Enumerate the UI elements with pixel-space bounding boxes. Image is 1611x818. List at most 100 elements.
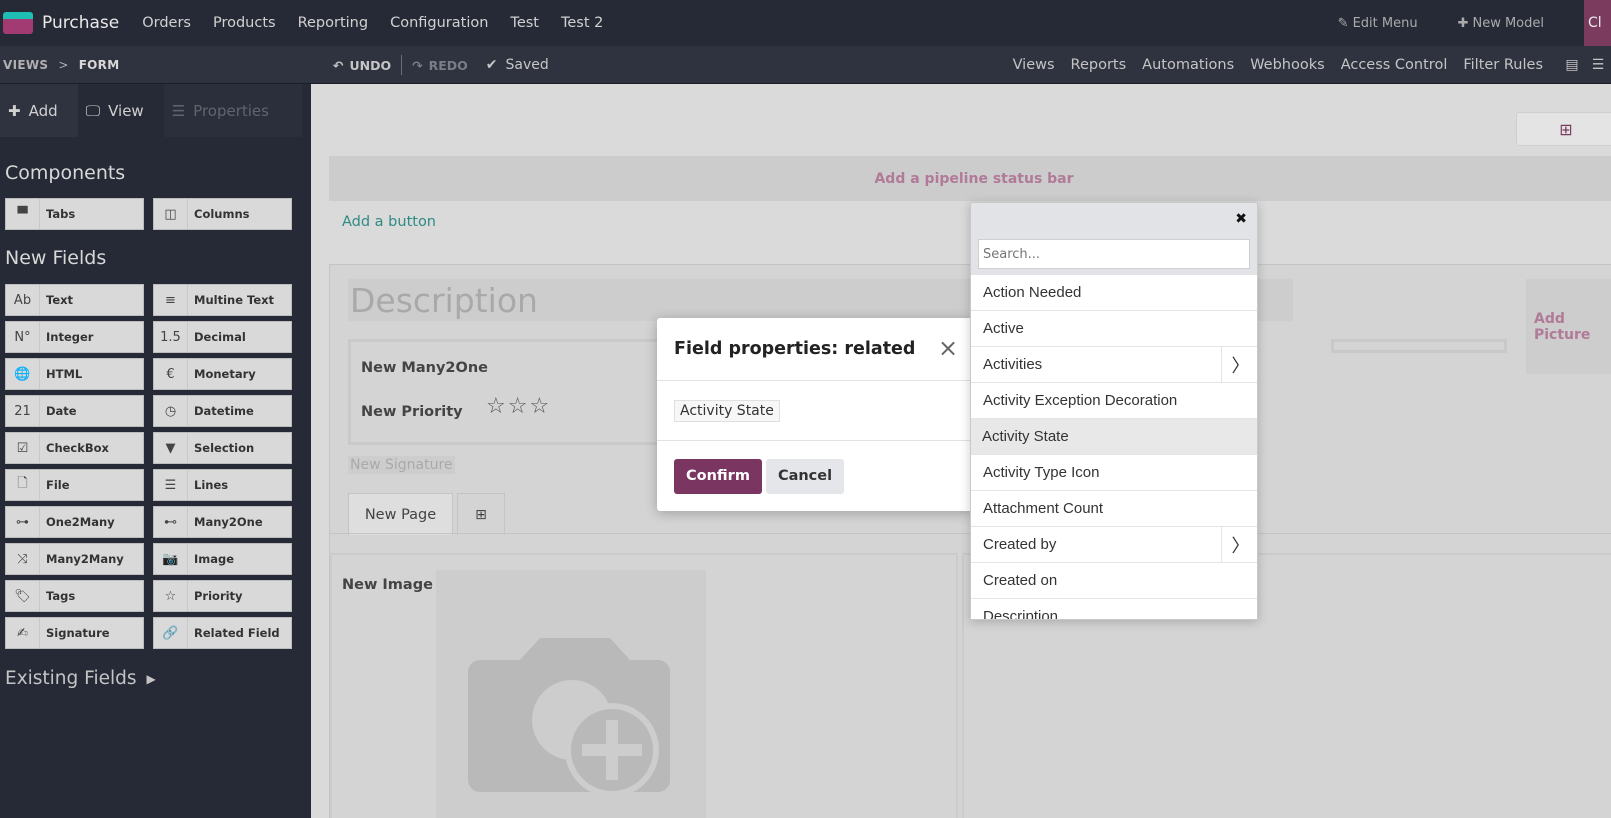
priority-stars[interactable]: ☆☆☆: [486, 394, 551, 419]
search-input[interactable]: [978, 239, 1250, 269]
related-field-selector[interactable]: Activity State: [674, 399, 780, 422]
close-studio-button[interactable]: Cl: [1584, 0, 1611, 46]
field-one2many[interactable]: ⊶ One2Many: [5, 506, 144, 538]
field-date[interactable]: 21 Date: [5, 395, 144, 427]
navbar-right: ✎ Edit Menu ✚ New Model Cl: [1338, 0, 1611, 46]
picker-item[interactable]: Attachment Count: [971, 491, 1257, 527]
picker-item[interactable]: Activity Exception Decoration: [971, 383, 1257, 419]
menu-reporting[interactable]: Reporting: [287, 15, 380, 31]
image-placeholder[interactable]: [436, 570, 706, 818]
add-button-link[interactable]: Add a button: [342, 214, 436, 230]
field-priority[interactable]: ☆ Priority: [153, 580, 292, 612]
notebook-tabs: New Page ⊞: [348, 493, 505, 535]
field-signature[interactable]: ✍ Signature: [5, 617, 144, 649]
monitor-icon: 🖵: [85, 101, 101, 120]
field-multine-text[interactable]: ≡ Multine Text: [153, 284, 292, 316]
list-icon: ☰: [171, 101, 186, 120]
field-html[interactable]: 🌐 HTML: [5, 358, 144, 390]
plus-icon: ✚: [8, 101, 21, 120]
add-picture-hook[interactable]: Add Picture: [1526, 279, 1611, 374]
breadcrumb-views[interactable]: VIEWS: [3, 58, 48, 72]
field-group: New Many2One New Priority ☆☆☆: [348, 339, 668, 445]
field-integer[interactable]: N° Integer: [5, 321, 144, 353]
close-icon[interactable]: ×: [937, 336, 959, 360]
picker-item[interactable]: Activities 〉: [971, 347, 1257, 383]
field-monetary[interactable]: € Monetary: [153, 358, 292, 390]
hamburger-icon[interactable]: ☰: [1585, 46, 1611, 84]
field-new-signature[interactable]: New Signature: [348, 456, 455, 474]
picker-item[interactable]: Description: [971, 599, 1257, 619]
star-icon: ☆: [529, 394, 552, 419]
pipeline-status-bar-hook[interactable]: Add a pipeline status bar: [329, 156, 1611, 201]
link-webhooks[interactable]: Webhooks: [1250, 57, 1325, 73]
tab-new-page[interactable]: New Page: [348, 493, 453, 535]
field-datetime[interactable]: ◷ Datetime: [153, 395, 292, 427]
picker-item[interactable]: Created by 〉: [971, 527, 1257, 563]
link-access-control[interactable]: Access Control: [1341, 57, 1448, 73]
add-smart-button[interactable]: ⊞: [1516, 112, 1611, 146]
plus-square-icon: ⊞: [1559, 119, 1573, 139]
field-many2many[interactable]: ⤨ Many2Many: [5, 543, 144, 575]
field-label: Decimal: [194, 330, 246, 344]
link-automations[interactable]: Automations: [1142, 57, 1234, 73]
app-name[interactable]: Purchase: [42, 13, 119, 33]
field-text[interactable]: Ab Text: [5, 284, 144, 316]
id-card-icon[interactable]: ▤: [1559, 46, 1585, 84]
component-columns[interactable]: ◫ Columns: [153, 198, 292, 230]
undo-button[interactable]: ↶ UNDO: [323, 58, 401, 73]
link-reports[interactable]: Reports: [1071, 57, 1127, 73]
redo-button[interactable]: ↷ REDO: [402, 58, 478, 73]
field-label: Signature: [46, 626, 110, 640]
tab-properties-label: Properties: [193, 101, 269, 120]
dialog-header: Field properties: related ×: [657, 318, 975, 381]
field-new-many2one[interactable]: New Many2One: [361, 360, 488, 376]
menu-configuration[interactable]: Configuration: [379, 15, 499, 31]
chevron-right-icon[interactable]: 〉: [1221, 527, 1257, 562]
field-new-priority[interactable]: New Priority: [361, 404, 463, 420]
integer-icon: N°: [6, 322, 40, 352]
tab-add[interactable]: ✚ Add: [0, 84, 78, 137]
field-file[interactable]: 🗋 File: [5, 469, 144, 501]
picker-item-label: Action Needed: [983, 284, 1082, 301]
menu-orders[interactable]: Orders: [131, 15, 202, 31]
picker-item[interactable]: Created on: [971, 563, 1257, 599]
app-logo-icon[interactable]: [3, 12, 33, 34]
field-related-field[interactable]: 🔗 Related Field: [153, 617, 292, 649]
link-views[interactable]: Views: [1013, 57, 1055, 73]
existing-fields-toggle[interactable]: Existing Fields ▶: [5, 668, 156, 689]
field-tags[interactable]: 🏷 Tags: [5, 580, 144, 612]
field-decimal[interactable]: 1.5 Decimal: [153, 321, 292, 353]
picker-item[interactable]: Activity Type Icon: [971, 455, 1257, 491]
field-many2one[interactable]: ⊷ Many2One: [153, 506, 292, 538]
decimal-icon: 1.5: [154, 322, 188, 352]
field-lines[interactable]: ☰ Lines: [153, 469, 292, 501]
chevron-right-icon[interactable]: 〉: [1221, 347, 1257, 382]
close-icon[interactable]: ✖: [1235, 211, 1247, 227]
menu-products[interactable]: Products: [202, 15, 287, 31]
field-checkbox[interactable]: ☑ CheckBox: [5, 432, 144, 464]
component-tabs[interactable]: ▀ Tabs: [5, 198, 144, 230]
field-new-image[interactable]: New Image: [342, 577, 433, 593]
field-label: One2Many: [46, 515, 115, 529]
add-page-button[interactable]: ⊞: [457, 493, 505, 535]
tab-view[interactable]: 🖵 View: [77, 84, 164, 137]
field-selection[interactable]: ▼ Selection: [153, 432, 292, 464]
redo-icon: ↷: [412, 57, 423, 73]
picker-item[interactable]: Active: [971, 311, 1257, 347]
field-image[interactable]: 📷 Image: [153, 543, 292, 575]
link-filter-rules[interactable]: Filter Rules: [1463, 57, 1543, 73]
confirm-button[interactable]: Confirm: [674, 458, 762, 494]
picker-item[interactable]: Activity State: [971, 419, 1257, 455]
tab-properties[interactable]: ☰ Properties: [163, 84, 302, 137]
edit-menu-link[interactable]: ✎ Edit Menu: [1338, 16, 1418, 31]
menu-test-2[interactable]: Test 2: [550, 15, 614, 31]
new-model-link[interactable]: ✚ New Model: [1458, 16, 1544, 31]
cancel-button[interactable]: Cancel: [765, 458, 845, 494]
star-icon: ☆: [154, 581, 188, 611]
new-fields-heading: New Fields: [5, 247, 107, 269]
field-label: Integer: [46, 330, 94, 344]
menu-test[interactable]: Test: [499, 15, 550, 31]
check-icon: ✔: [485, 57, 498, 73]
picker-item[interactable]: Action Needed: [971, 275, 1257, 311]
field-group-right: [1331, 339, 1507, 353]
